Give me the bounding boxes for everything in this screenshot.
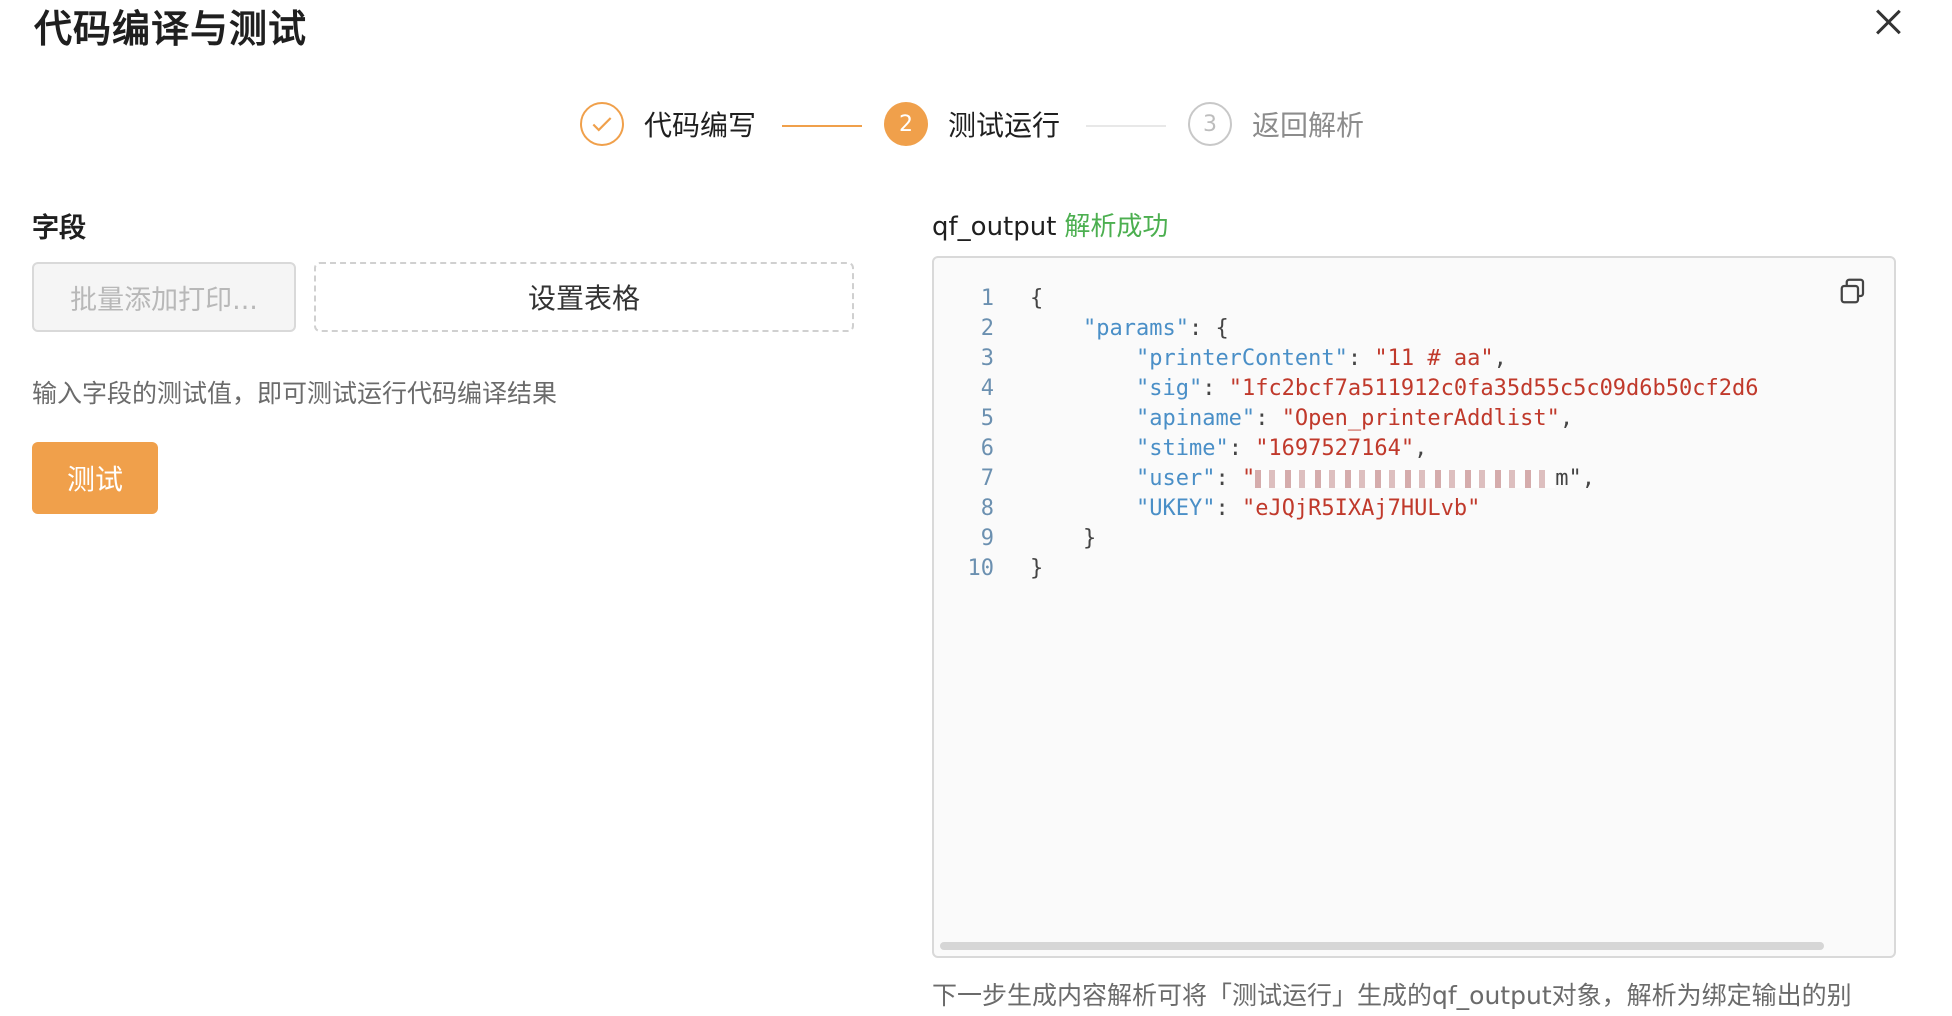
parse-status: 解析成功	[1064, 212, 1169, 242]
line-number: 1	[980, 286, 994, 311]
step-return-parse: 3 返回解析	[1188, 102, 1364, 146]
code-line: 6 "stime": "1697527164",	[934, 434, 1759, 464]
output-name: qf_output	[932, 212, 1057, 242]
hint-text: 输入字段的测试值，即可测试运行代码编译结果	[32, 379, 558, 408]
line-text: "UKEY": "eJQjR5IXAj7HULvb"	[1030, 494, 1480, 524]
json-value: "1697527164"	[1255, 436, 1415, 461]
step-label: 代码编写	[644, 109, 757, 142]
set-table-button[interactable]: 设置表格	[314, 262, 854, 332]
redacted-value	[1255, 470, 1556, 488]
code-line: 7 "user": " m",	[934, 464, 1759, 494]
test-button[interactable]: 测试	[32, 442, 158, 514]
code-line: 2 "params": {	[934, 314, 1759, 344]
punctuation: : {	[1188, 316, 1229, 341]
line-number: 2	[980, 316, 994, 341]
horizontal-scrollbar[interactable]	[940, 942, 1824, 950]
code-line: 8 "UKEY": "eJQjR5IXAj7HULvb"	[934, 494, 1759, 524]
check-icon	[580, 102, 624, 146]
line-text: "sig": "1fc2bcf7a511912c0fa35d55c5c09d6b…	[1030, 374, 1759, 404]
json-key: "user"	[1135, 466, 1216, 491]
step-number: 3	[1188, 102, 1232, 146]
colon: :	[1255, 406, 1282, 431]
step-code-writing: 代码编写	[580, 102, 756, 146]
output-label: qf_output 解析成功	[932, 206, 1168, 243]
punctuation: {	[1030, 286, 1044, 311]
code-line: 1{	[934, 284, 1759, 314]
line-text: "stime": "1697527164",	[1030, 434, 1427, 464]
line-text: "apiname": "Open_printerAddlist",	[1030, 404, 1573, 434]
json-value: "Open_printerAddlist"	[1281, 406, 1560, 431]
code-line: 3 "printerContent": "11 # aa",	[934, 344, 1759, 374]
json-value: "1fc2bcf7a511912c0fa35d55c5c09d6b50cf2d6	[1228, 376, 1759, 401]
json-value: "	[1241, 466, 1256, 491]
step-number: 2	[884, 102, 928, 146]
json-key: "apiname"	[1135, 406, 1256, 431]
json-value: "11 # aa"	[1374, 346, 1494, 371]
line-text: "printerContent": "11 # aa",	[1030, 344, 1507, 374]
line-text: "params": {	[1030, 314, 1229, 344]
punctuation: ,	[1559, 406, 1574, 431]
step-label: 返回解析	[1252, 109, 1365, 142]
code-content: 1{2 "params": {3 "printerContent": "11 #…	[934, 284, 1759, 584]
code-editor[interactable]: 1{2 "params": {3 "printerContent": "11 #…	[932, 256, 1896, 958]
code-line: 9 }	[934, 524, 1759, 554]
json-value: "eJQjR5IXAj7HULvb"	[1241, 496, 1481, 521]
line-number: 7	[980, 466, 994, 491]
line-text: }	[1030, 554, 1043, 584]
close-icon[interactable]	[1870, 4, 1906, 40]
punctuation: }	[1082, 526, 1097, 551]
code-line: 4 "sig": "1fc2bcf7a511912c0fa35d55c5c09d…	[934, 374, 1759, 404]
field-section-label: 字段	[32, 213, 86, 244]
json-key: "params"	[1082, 316, 1189, 341]
json-key: "UKEY"	[1135, 496, 1216, 521]
line-text: {	[1030, 284, 1043, 314]
line-number: 8	[980, 496, 994, 521]
colon: :	[1215, 496, 1242, 521]
json-key: "printerContent"	[1135, 346, 1348, 371]
colon: :	[1228, 436, 1256, 461]
line-text: "user": " m",	[1030, 464, 1595, 494]
dialog-title: 代码编译与测试	[34, 7, 308, 51]
footer-note: 下一步生成内容解析可将「测试运行」生成的qf_output对象，解析为绑定输出的…	[932, 981, 1852, 1010]
line-number: 3	[980, 346, 994, 371]
step-test-run: 2 测试运行	[884, 102, 1060, 146]
colon: :	[1347, 346, 1375, 371]
line-text: }	[1030, 524, 1096, 554]
punctuation: ,	[1493, 346, 1507, 371]
colon: :	[1202, 376, 1229, 401]
colon: :	[1215, 466, 1242, 491]
line-number: 5	[980, 406, 994, 431]
line-number: 4	[980, 376, 994, 401]
step-label: 测试运行	[948, 109, 1061, 142]
punctuation: ,	[1414, 436, 1428, 461]
step-connector	[1086, 125, 1166, 127]
json-key: "sig"	[1135, 376, 1203, 401]
json-key: "stime"	[1135, 436, 1229, 461]
code-line: 5 "apiname": "Open_printerAddlist",	[934, 404, 1759, 434]
punctuation: }	[1030, 556, 1044, 581]
line-number: 6	[980, 436, 994, 461]
line-number: 10	[967, 556, 995, 581]
punctuation: m",	[1555, 466, 1595, 491]
copy-icon[interactable]	[1838, 276, 1868, 306]
line-number: 9	[980, 526, 994, 551]
step-connector	[782, 125, 862, 127]
batch-add-button[interactable]: 批量添加打印...	[32, 262, 296, 332]
code-line: 10}	[934, 554, 1759, 584]
